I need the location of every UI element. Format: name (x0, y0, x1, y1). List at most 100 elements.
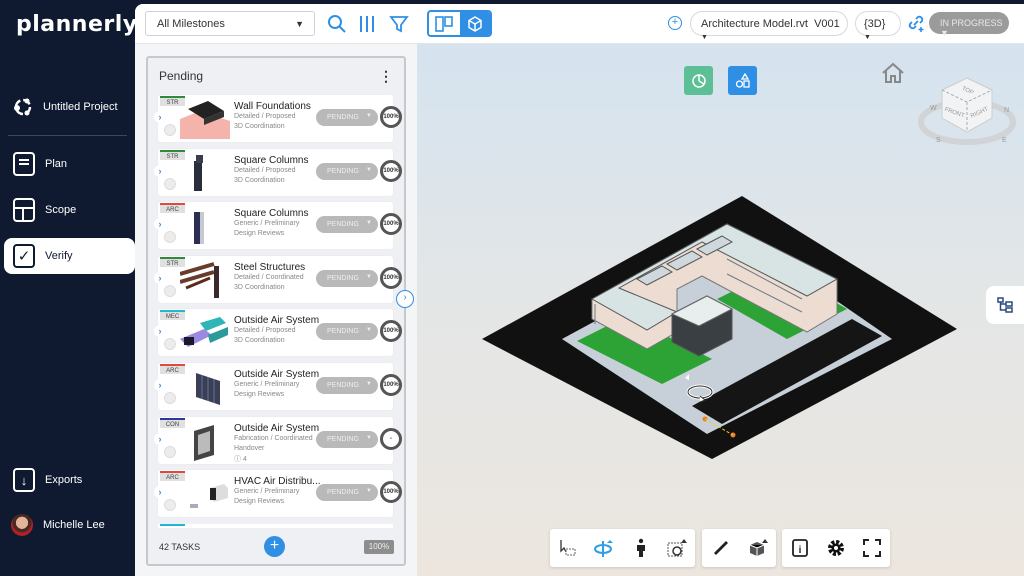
sidebar-item-verify[interactable]: ✓ Verify (4, 238, 135, 274)
task-progress: 100% (380, 213, 402, 236)
properties-button[interactable]: i (788, 536, 812, 560)
task-status-dropdown[interactable]: PENDING ▼ (316, 430, 378, 448)
task-detail: Detailed / Proposed (234, 327, 296, 335)
3d-view-button[interactable] (459, 12, 490, 35)
task-thumbnail (179, 260, 230, 300)
task-card[interactable]: ARC › HVAC Air Distribu... Generic / Prelim… (154, 470, 402, 518)
filter-button[interactable] (387, 12, 411, 36)
settings-toolbar: i (782, 529, 890, 567)
task-phase: Design Reviews (234, 230, 285, 238)
viewcube[interactable]: TOP FRONT RIGHT W N S E (912, 70, 1022, 150)
column-progress: 100% (364, 540, 394, 554)
task-status-dropdown[interactable]: PENDING ▼ (316, 323, 378, 341)
caret-down-icon: ▼ (366, 327, 372, 334)
task-status: PENDING (327, 114, 359, 121)
task-card[interactable]: ARC › Outside Air System Generic / Prelimin… (154, 363, 402, 410)
expand-card-button[interactable]: › (154, 325, 166, 338)
search-icon (328, 15, 346, 33)
measure-tool-button[interactable] (709, 536, 733, 560)
expand-card-button[interactable]: › (154, 432, 166, 445)
plan-icon (13, 152, 35, 176)
column-menu-button[interactable]: ⋮ (379, 68, 393, 85)
home-view-button[interactable] (880, 62, 906, 84)
expand-card-button[interactable]: › (154, 271, 166, 284)
measure-toolbar (702, 529, 776, 567)
expand-card-button[interactable]: › (154, 486, 166, 499)
task-card[interactable]: CON › Outside Air System Fabrication / Coor… (154, 416, 402, 464)
expand-panel-button[interactable]: › (396, 290, 414, 308)
next-card-preview (158, 524, 393, 528)
orbit-tool-button[interactable] (592, 536, 616, 560)
status-value: IN PROGRESS (940, 18, 1003, 28)
task-phase: 3D Coordination (234, 283, 285, 291)
task-thumbnail (180, 313, 230, 353)
building-model[interactable] (477, 184, 977, 464)
columns-button[interactable] (355, 12, 379, 36)
assignee-avatar[interactable] (164, 177, 176, 190)
expand-card-button[interactable]: › (154, 111, 166, 123)
view-mode-toggle[interactable] (427, 10, 492, 37)
chevron-right-icon: › (158, 219, 162, 230)
task-phase: Design Reviews (234, 498, 285, 506)
user-profile[interactable]: Michelle Lee (11, 514, 105, 536)
compass-w[interactable]: W (930, 105, 937, 112)
milestone-select[interactable]: All Milestones ▼ (145, 11, 315, 36)
analytics-button[interactable] (684, 66, 713, 95)
expand-card-button[interactable]: › (154, 218, 166, 231)
task-status-dropdown[interactable]: PENDING ▼ (316, 484, 378, 502)
add-task-button[interactable]: + (264, 536, 285, 557)
section-box-button[interactable] (746, 536, 770, 560)
expand-card-button[interactable]: › (154, 164, 166, 177)
assignee-avatar[interactable] (164, 392, 176, 404)
settings-button[interactable] (824, 536, 848, 560)
search-button[interactable] (325, 12, 349, 36)
3d-viewer[interactable]: TOP FRONT RIGHT W N S E i (417, 44, 1024, 576)
model-select[interactable]: Architecture Model.rvt V001 ▼ (690, 11, 848, 41)
add-model-button[interactable]: + (668, 16, 682, 30)
assignee-avatar[interactable] (164, 284, 176, 297)
task-detail: Detailed / Proposed (234, 166, 296, 174)
task-status-dropdown[interactable]: PENDING ▼ (316, 377, 378, 394)
expand-card-button[interactable]: › (154, 379, 166, 391)
assignee-avatar[interactable] (164, 338, 176, 351)
status-dropdown[interactable]: IN PROGRESS ▼ (929, 12, 1009, 38)
assignee-avatar[interactable] (164, 124, 176, 136)
link-button[interactable] (906, 13, 926, 33)
assignee-avatar[interactable] (164, 499, 176, 512)
select-tool-button[interactable] (556, 536, 580, 560)
view-select[interactable]: {3D} ▼ (855, 11, 901, 41)
plannerly-logo[interactable]: plannerly (16, 12, 138, 37)
zoom-window-button[interactable] (665, 536, 689, 560)
shapes-button[interactable] (728, 66, 757, 95)
cube-icon (468, 15, 482, 32)
project-selector[interactable]: Untitled Project (12, 96, 118, 118)
fullscreen-button[interactable] (860, 536, 884, 560)
sidebar-item-scope[interactable]: Scope (0, 192, 135, 228)
orbit-icon (685, 374, 714, 403)
compass-e[interactable]: E (1002, 137, 1007, 144)
task-phase: Handover (234, 444, 265, 452)
task-status-dropdown[interactable]: PENDING ▼ (316, 269, 378, 287)
task-status-dropdown[interactable]: PENDING ▼ (316, 216, 378, 234)
task-card[interactable]: STR › Steel Structures Detailed / Coordinat… (154, 255, 402, 303)
task-status-dropdown[interactable]: PENDING ▼ (316, 162, 378, 180)
task-title: Outside Air System (234, 315, 320, 327)
sidebar-item-exports[interactable]: ↓ Exports (0, 462, 135, 498)
task-card[interactable]: ARC › Square Columns Generic / Preliminary D… (154, 202, 402, 250)
model-tree-button[interactable] (986, 286, 1024, 324)
walk-tool-button[interactable] (629, 536, 653, 560)
task-detail: Detailed / Coordinated (234, 273, 304, 281)
assignee-avatar[interactable] (164, 445, 176, 458)
task-detail: Generic / Preliminary (234, 220, 300, 228)
task-status-dropdown[interactable]: PENDING ▼ (316, 109, 378, 126)
task-card[interactable]: MEC › Outside Air System Detailed / Propose… (154, 309, 402, 357)
board-view-button[interactable] (429, 12, 460, 35)
compass-n[interactable]: N (1004, 107, 1009, 114)
task-comments: ⓘ 4 (234, 455, 247, 463)
assignee-avatar[interactable] (164, 231, 176, 244)
project-icon (14, 98, 32, 116)
sidebar-item-plan[interactable]: Plan (0, 146, 135, 182)
compass-s[interactable]: S (936, 137, 941, 144)
task-card[interactable]: STR › Wall Foundations Detailed / Proposed 3… (154, 95, 402, 142)
task-card[interactable]: STR › Square Columns Detailed / Proposed 3D … (154, 148, 402, 196)
